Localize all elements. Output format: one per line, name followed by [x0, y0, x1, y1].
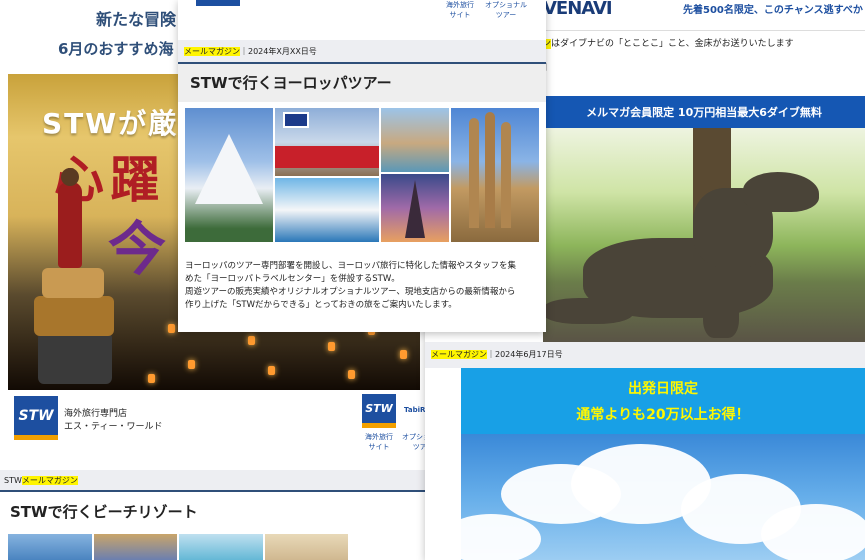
newsletter-label-strip: メールマガジン｜2024年X月XX日号	[178, 40, 546, 62]
matterhorn-photo[interactable]	[185, 108, 273, 242]
suitcase-illustration	[34, 296, 114, 336]
mail-magazine-label: メールマガジン	[431, 350, 487, 359]
venice-photo[interactable]	[381, 108, 449, 172]
member-offer-banner[interactable]: メルマガ会員限定 10万円相当最大6ダイブ無料	[543, 96, 865, 128]
suitcase-illustration	[38, 332, 112, 384]
europe-photo-mosaic[interactable]	[185, 108, 539, 242]
store-name-line1: 海外旅行専門店	[64, 409, 128, 419]
issue-date: ｜2024年X月XX日号	[240, 47, 317, 56]
link-text: ツアー	[495, 11, 517, 19]
lantern-decoration	[328, 342, 335, 351]
divenavi-logo[interactable]: VENAVI	[543, 0, 613, 19]
union-jack-flag	[283, 112, 309, 128]
offer-line1: 出発日限定	[628, 381, 698, 397]
santorini-photo[interactable]	[275, 178, 379, 242]
eiffel-tower	[405, 180, 425, 238]
stw-site-logo[interactable]: STW	[362, 394, 396, 428]
greeting-text: はダイブナビの「とことこ」こと、金床がお送りいたします	[551, 39, 794, 49]
section-title: STWで行くビーチリゾート	[0, 490, 462, 530]
sky-image[interactable]	[461, 434, 865, 560]
brand-prefix: STW	[4, 476, 22, 485]
section-title: STWで行くヨーロッパツアー	[178, 62, 546, 102]
lantern-decoration	[148, 374, 155, 383]
header-subheadline: 6月のおすすめ海	[58, 40, 174, 58]
lizard-leg	[703, 278, 739, 338]
newsletter-label-strip: メールマガジン｜2024年6月17日号	[425, 342, 865, 368]
mountain-shape	[195, 134, 263, 204]
hero-text-bottom: 今	[108, 215, 167, 283]
description-line: めた「ヨーロッパトラベルセンター」を併設するSTW。	[185, 274, 400, 284]
overseas-site-link[interactable]: 海外旅行 サイト	[440, 0, 480, 20]
lantern-decoration	[268, 366, 275, 375]
beach-image[interactable]	[179, 534, 263, 560]
suitcase-illustration	[42, 268, 104, 298]
beach-image[interactable]	[8, 534, 92, 560]
store-logo-row: STW 海外旅行専門店 エス・ティー・ワールド STW TabiREX 海外旅行…	[0, 390, 462, 470]
newsletter-header: 海外旅行 サイト オプショナル ツアー	[178, 0, 546, 40]
stw-logo[interactable]	[196, 0, 240, 6]
paris-photo[interactable]	[381, 174, 449, 242]
lantern-decoration	[248, 336, 255, 345]
red-bus	[275, 146, 379, 168]
europe-newsletter-panel: 海外旅行 サイト オプショナル ツアー メールマガジン｜2024年X月XX日号 …	[178, 0, 546, 332]
traveler-head	[61, 168, 79, 186]
spire-shape	[501, 122, 511, 228]
mail-magazine-label: メールマガジン	[21, 476, 78, 485]
optional-tour-link[interactable]: オプショナル ツアー	[482, 0, 530, 20]
cloud-shape	[761, 504, 865, 560]
link-text: オプショナル	[485, 1, 527, 9]
traveler-figure	[58, 182, 82, 268]
beach-image[interactable]	[93, 534, 177, 560]
departure-offer-banner[interactable]: 出発日限定 通常よりも20万以上お得！	[461, 368, 865, 434]
beach-image[interactable]	[264, 534, 348, 560]
spire-shape	[485, 112, 495, 228]
link-text: サイト	[449, 11, 471, 19]
header-headline: 新たな冒険	[96, 10, 177, 29]
spire-shape	[469, 118, 479, 228]
issue-date: ｜2024年6月17日号	[487, 350, 563, 359]
description-line: 作り上げた「STWだからできる」とっておきの旅をご案内いたします。	[185, 300, 457, 310]
lantern-decoration	[400, 350, 407, 359]
cloud-shape	[461, 514, 541, 560]
store-name-line2: エス・ティー・ワールド	[64, 422, 163, 432]
newsletter-label-strip: STWメールマガジン	[0, 470, 462, 490]
section-description: ヨーロッパのツアー専門部署を開設し、ヨーロッパ旅行に特化した情報やスタッフを集 …	[185, 260, 541, 312]
link-text: サイト	[368, 443, 390, 451]
offer-line2: 通常よりも20万以上お得！	[576, 407, 750, 423]
london-photo[interactable]	[275, 108, 379, 176]
overseas-site-link[interactable]: 海外旅行 サイト	[360, 432, 398, 452]
lizard-head	[743, 172, 819, 212]
link-text: 海外旅行	[446, 1, 474, 9]
description-line: ヨーロッパのツアー専門部署を開設し、ヨーロッパ旅行に特化した情報やスタッフを集	[185, 261, 516, 271]
sagrada-familia-photo[interactable]	[451, 108, 539, 242]
store-name: 海外旅行専門店 エス・ティー・ワールド	[64, 408, 162, 434]
header-tagline: 先着500名限定、このチャンス逃すべか	[683, 5, 863, 16]
description-line: 周遊ツアーの販売実績やオリジナルオプショナルツアー、現地支店からの最新情報から	[185, 287, 516, 297]
mail-magazine-label: メールマガジン	[184, 47, 240, 56]
lizard-tail	[543, 298, 633, 324]
link-text: 海外旅行	[365, 433, 393, 441]
beach-image-row	[8, 534, 348, 560]
komodo-dragon-image[interactable]	[543, 128, 865, 342]
lantern-decoration	[188, 360, 195, 369]
lantern-decoration	[168, 324, 175, 333]
stw-logo[interactable]: STW	[14, 396, 58, 440]
lantern-decoration	[348, 370, 355, 379]
